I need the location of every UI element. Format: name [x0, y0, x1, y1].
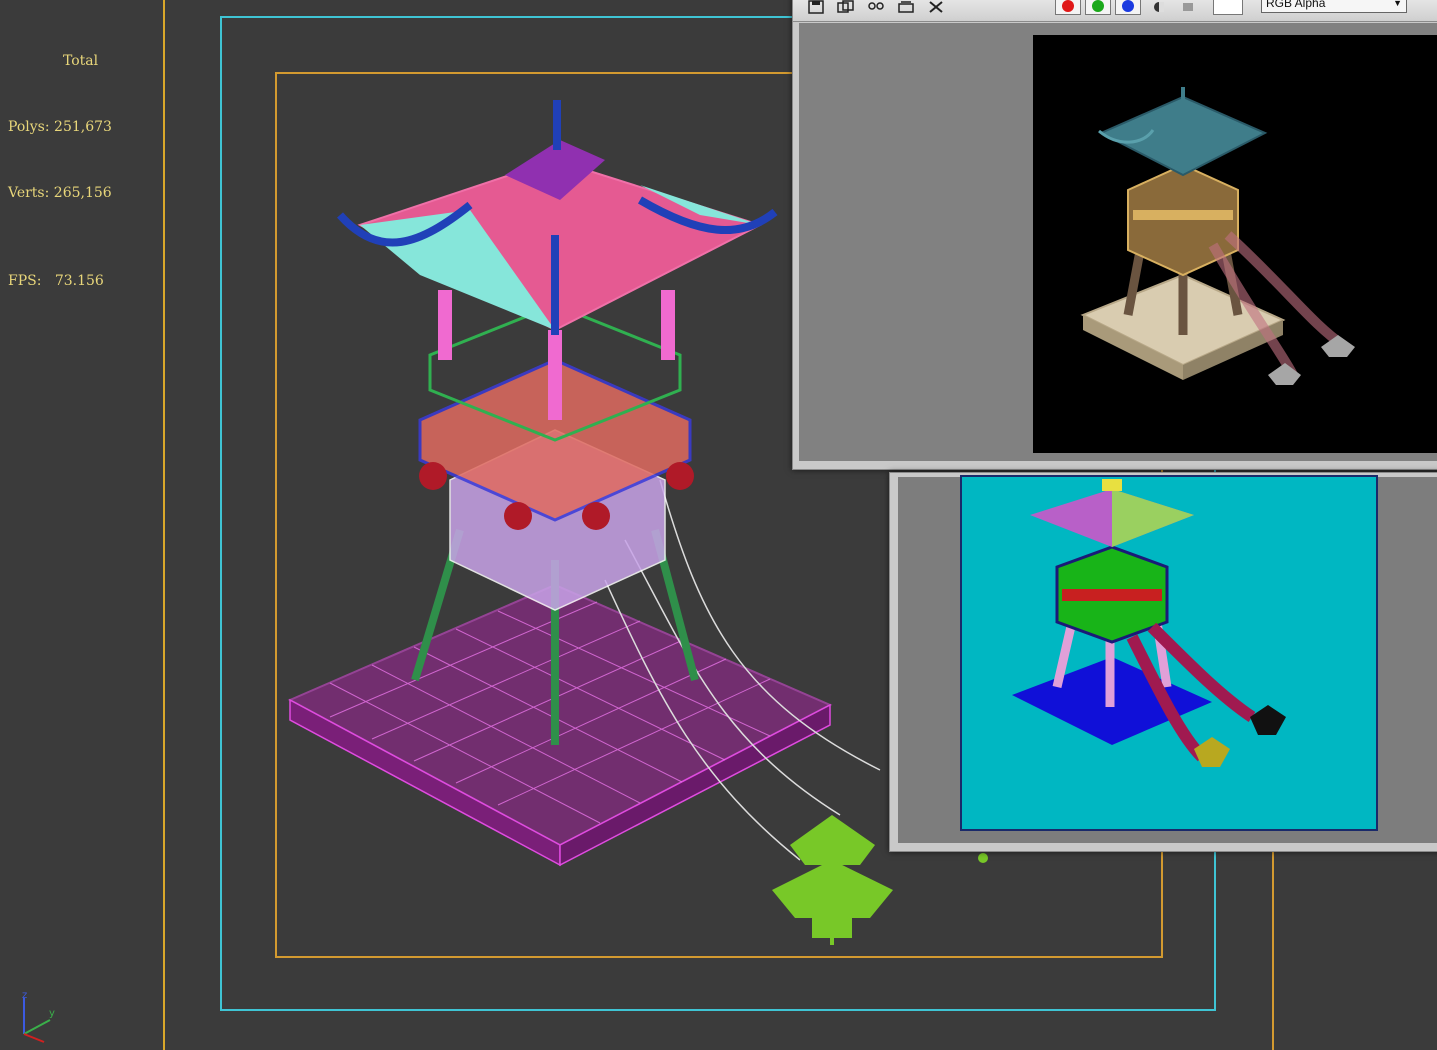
alpha-display-icon[interactable] [1177, 0, 1199, 15]
render-frame-window[interactable]: RGB Alpha ▼ [792, 0, 1437, 470]
axis-z-label: z [22, 990, 27, 1001]
green-channel-toggle[interactable] [1085, 0, 1111, 15]
copy-icon[interactable] [895, 0, 917, 15]
render-window-toolbar: RGB Alpha ▼ [793, 0, 1437, 22]
clone-icon[interactable] [835, 0, 857, 15]
background-color-swatch[interactable] [1213, 0, 1243, 15]
print-icon[interactable] [865, 0, 887, 15]
channel-display-select[interactable]: RGB Alpha ▼ [1261, 0, 1407, 13]
axis-y-label: y [49, 1008, 55, 1019]
clear-icon[interactable] [925, 0, 947, 15]
object-id-render-image [960, 475, 1378, 831]
roof [337, 100, 778, 335]
small-ornament-green [978, 853, 988, 863]
blue-channel-toggle[interactable] [1115, 0, 1141, 15]
axis-tripod: z y [14, 988, 64, 1048]
mono-display-icon[interactable] [1148, 0, 1170, 15]
render-element-window[interactable] [889, 472, 1437, 852]
rgb-render-image [1033, 35, 1437, 453]
save-icon[interactable] [805, 0, 827, 15]
platform-base-wireframe [287, 583, 833, 867]
channel-display-value: RGB Alpha [1266, 0, 1326, 10]
red-channel-toggle[interactable] [1055, 0, 1081, 15]
chevron-down-icon: ▼ [1393, 0, 1402, 8]
pagoda-ornament-green [772, 815, 893, 945]
